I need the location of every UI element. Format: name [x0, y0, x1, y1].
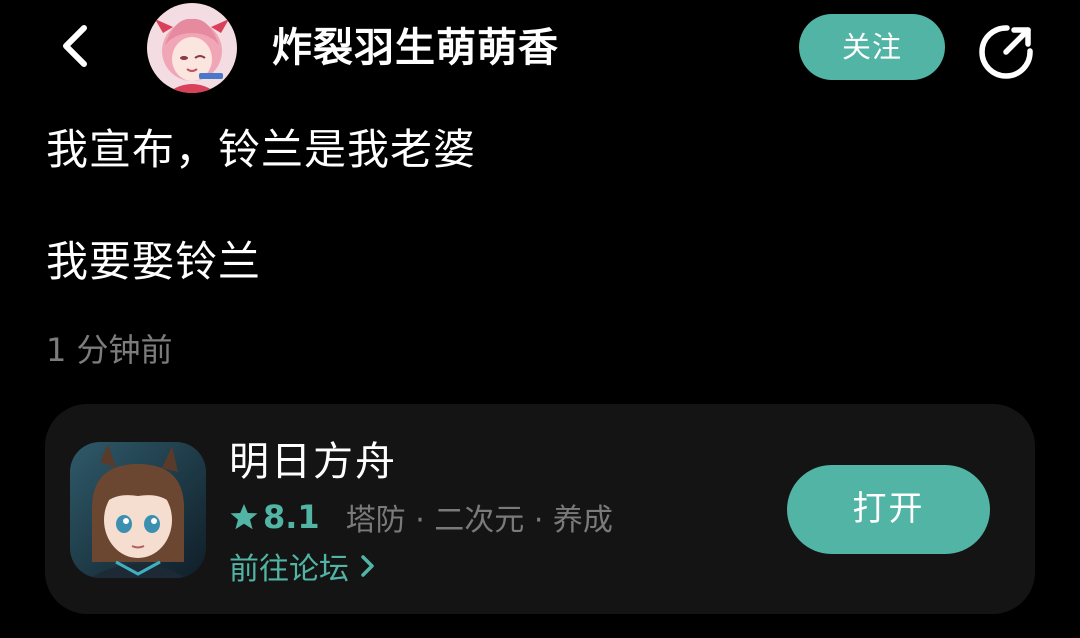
app-icon[interactable]	[70, 442, 206, 578]
username[interactable]: 炸裂羽生萌萌香	[272, 18, 559, 78]
star-icon	[229, 502, 259, 532]
chevron-left-icon	[63, 25, 87, 67]
post-text-line-1: 我宣布，铃兰是我老婆	[46, 125, 477, 174]
app-name: 明日方舟	[229, 439, 397, 485]
top-bar: 炸裂羽生萌萌香 关注	[0, 0, 1080, 96]
forum-link-label: 前往论坛	[229, 552, 349, 587]
share-button[interactable]	[974, 20, 1038, 84]
avatar[interactable]	[147, 3, 237, 93]
back-button[interactable]	[46, 18, 102, 74]
chevron-right-icon	[355, 551, 379, 581]
avatar-image	[147, 3, 237, 93]
post-text-line-2: 我要娶铃兰	[46, 237, 262, 286]
app-meta: 8.1 塔防 · 二次元 · 养成	[229, 494, 613, 540]
follow-button[interactable]: 关注	[799, 14, 945, 80]
app-rating: 8.1	[263, 498, 320, 536]
forum-link[interactable]: 前往论坛	[229, 544, 379, 588]
app-card[interactable]: 明日方舟 8.1 塔防 · 二次元 · 养成 前往论坛 打开	[45, 404, 1035, 614]
app-icon-image	[70, 442, 206, 578]
post-timestamp: 1 分钟前	[46, 331, 173, 369]
share-icon	[979, 25, 1033, 79]
open-app-button[interactable]: 打开	[787, 465, 990, 554]
app-tags: 塔防 · 二次元 · 养成	[345, 503, 613, 538]
